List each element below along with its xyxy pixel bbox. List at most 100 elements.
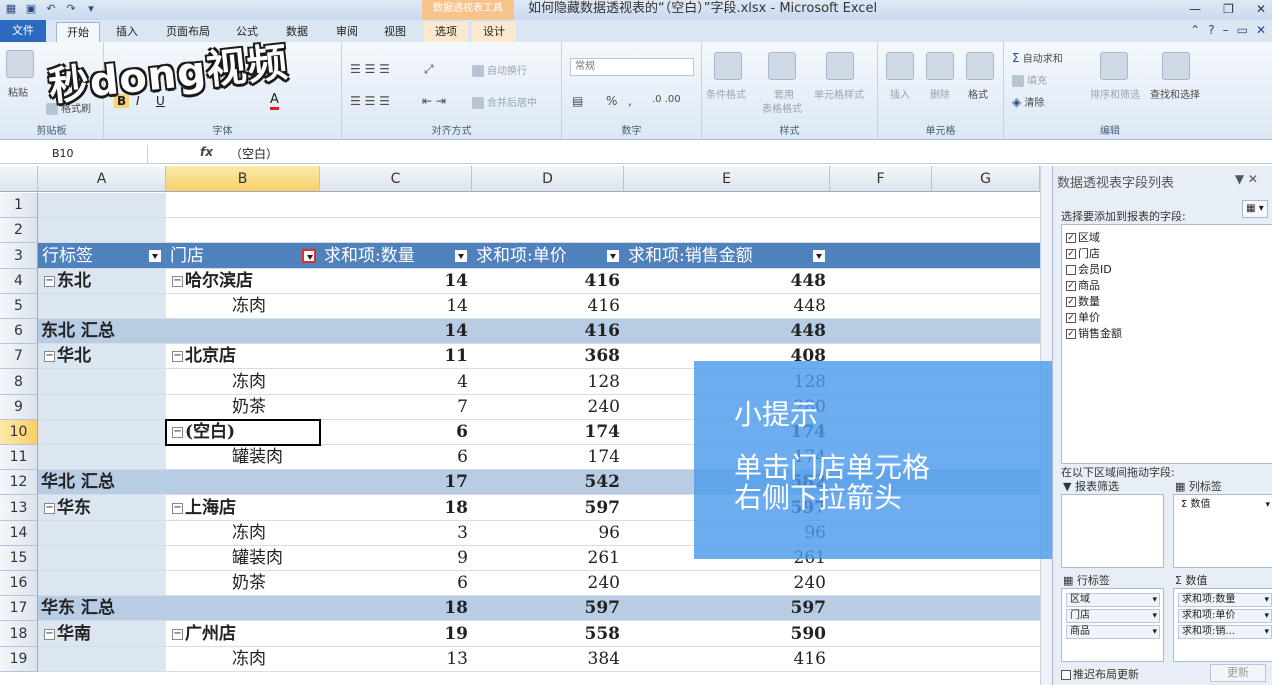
field-item[interactable]: 会员ID xyxy=(1066,261,1112,277)
autosum-button[interactable]: Σ 自动求和 xyxy=(1012,50,1063,65)
paste-button[interactable]: 粘贴 xyxy=(8,84,28,99)
defer-update-option[interactable]: 推迟布局更新 xyxy=(1061,666,1139,682)
formula-input[interactable]: （空白） xyxy=(230,145,278,163)
cell-d[interactable]: 174 xyxy=(472,420,624,444)
cell-d[interactable]: 368 xyxy=(472,344,624,368)
select-all-corner[interactable] xyxy=(0,166,38,192)
tab-view[interactable]: 视图 xyxy=(376,22,414,42)
binoculars-icon[interactable] xyxy=(1162,52,1190,80)
row-header[interactable]: 15 xyxy=(0,546,38,571)
doc-minimize-icon[interactable]: – xyxy=(1223,23,1229,37)
row-header[interactable]: 3 xyxy=(0,243,38,269)
cell-a[interactable] xyxy=(38,369,166,394)
cell-c[interactable]: 3 xyxy=(320,521,472,545)
cell-a[interactable] xyxy=(38,193,166,217)
cell-b[interactable]: 罐装肉 xyxy=(166,445,320,469)
cell-a[interactable]: 华东 汇总 xyxy=(38,596,166,620)
tab-home[interactable]: 开始 xyxy=(56,22,100,42)
fill-button[interactable]: 填充 xyxy=(1012,72,1047,87)
redo-icon[interactable]: ↷ xyxy=(64,2,78,16)
cell-c[interactable]: 13 xyxy=(320,647,472,671)
decimal-buttons-icon[interactable]: .0 .00 xyxy=(652,94,681,105)
cell-d[interactable]: 597 xyxy=(472,596,624,620)
conditional-format-icon[interactable] xyxy=(714,52,742,80)
cell-a[interactable] xyxy=(38,521,166,545)
cell-a[interactable]: 华北 汇总 xyxy=(38,470,166,494)
col-header-a[interactable]: A xyxy=(38,166,166,192)
cell-b[interactable]: 门店 xyxy=(166,243,320,268)
row-chip-store[interactable]: 门店 xyxy=(1066,609,1160,623)
table-format-icon[interactable] xyxy=(768,52,796,80)
cell-b[interactable] xyxy=(166,319,320,343)
cell-e[interactable]: 240 xyxy=(624,571,830,595)
report-filter-area[interactable] xyxy=(1061,494,1164,568)
tab-options[interactable]: 选项 xyxy=(424,22,468,42)
tab-review[interactable]: 审阅 xyxy=(328,22,366,42)
cell-b[interactable] xyxy=(166,193,320,217)
field-checkbox[interactable]: ✓ xyxy=(1066,249,1076,259)
cell-b[interactable]: 冻肉 xyxy=(166,294,320,318)
cell-d[interactable]: 416 xyxy=(472,319,624,343)
column-values-chip[interactable]: Σ 数值 xyxy=(1178,499,1272,513)
cell-e[interactable]: 448 xyxy=(624,294,830,318)
cell-a[interactable] xyxy=(38,546,166,570)
minimize-ribbon-icon[interactable]: ⌃ xyxy=(1190,23,1200,37)
row-header[interactable]: 10 xyxy=(0,420,38,445)
comma-button[interactable]: , xyxy=(628,94,632,108)
cell-c[interactable] xyxy=(320,193,472,217)
defer-checkbox[interactable] xyxy=(1061,670,1071,680)
conditional-format-button[interactable]: 条件格式 xyxy=(706,86,746,101)
cell-d[interactable]: 240 xyxy=(472,571,624,595)
cell-a[interactable]: − 华东 xyxy=(38,495,166,520)
cell-b[interactable] xyxy=(166,470,320,494)
cell-b[interactable]: − 哈尔滨店 xyxy=(166,269,320,293)
cell-c[interactable]: 14 xyxy=(320,294,472,318)
cell-c[interactable]: 6 xyxy=(320,445,472,469)
collapse-icon[interactable]: − xyxy=(172,276,183,287)
cell-a[interactable]: 行标签 xyxy=(38,243,166,268)
row-header[interactable]: 16 xyxy=(0,571,38,596)
cell-d[interactable]: 416 xyxy=(472,269,624,293)
collapse-icon[interactable]: − xyxy=(44,503,55,514)
cell-d[interactable] xyxy=(472,193,624,217)
collapse-icon[interactable]: − xyxy=(44,276,55,287)
filter-dropdown-icon[interactable] xyxy=(148,249,162,263)
cell-d[interactable]: 558 xyxy=(472,621,624,646)
field-checkbox[interactable] xyxy=(1066,265,1076,275)
format-cells-button[interactable]: 格式 xyxy=(968,86,988,101)
orientation-icon[interactable]: ⤢ xyxy=(424,62,434,77)
cell-b[interactable] xyxy=(166,596,320,620)
field-item[interactable]: ✓ 单价 xyxy=(1066,309,1100,325)
cell-d[interactable]: 求和项:单价 xyxy=(472,243,624,268)
filter-dropdown-icon[interactable] xyxy=(606,249,620,263)
cell-c[interactable]: 19 xyxy=(320,621,472,646)
field-item[interactable]: ✓ 数量 xyxy=(1066,293,1100,309)
cell-d[interactable]: 384 xyxy=(472,647,624,671)
field-checkbox[interactable]: ✓ xyxy=(1066,329,1076,339)
cell-b[interactable] xyxy=(166,218,320,242)
cell-b[interactable]: 罐装肉 xyxy=(166,546,320,570)
row-header[interactable]: 9 xyxy=(0,395,38,420)
cell-e[interactable]: 448 xyxy=(624,269,830,293)
cell-d[interactable]: 597 xyxy=(472,495,624,520)
cell-d[interactable]: 261 xyxy=(472,546,624,570)
row-header[interactable]: 2 xyxy=(0,218,38,243)
col-header-f[interactable]: F xyxy=(830,166,932,192)
cell-e[interactable]: 448 xyxy=(624,319,830,343)
row-header[interactable]: 19 xyxy=(0,647,38,672)
row-header[interactable]: 17 xyxy=(0,596,38,621)
cell-d[interactable]: 174 xyxy=(472,445,624,469)
layout-options-icon[interactable]: ▦ ▾ xyxy=(1242,200,1268,218)
row-header[interactable]: 18 xyxy=(0,621,38,647)
cell-b[interactable]: 冻肉 xyxy=(166,647,320,671)
row-header[interactable]: 12 xyxy=(0,470,38,495)
indent-icon[interactable]: ⇤ ⇥ xyxy=(422,94,446,108)
cell-c[interactable]: 14 xyxy=(320,269,472,293)
row-header[interactable]: 7 xyxy=(0,344,38,369)
cell-c[interactable]: 6 xyxy=(320,571,472,595)
cell-a[interactable] xyxy=(38,218,166,242)
number-format-select[interactable]: 常规 xyxy=(570,58,694,76)
filter-dropdown-icon[interactable] xyxy=(812,249,826,263)
cell-e[interactable]: 求和项:销售金额 xyxy=(624,243,830,268)
percent-button[interactable]: % xyxy=(606,94,617,108)
